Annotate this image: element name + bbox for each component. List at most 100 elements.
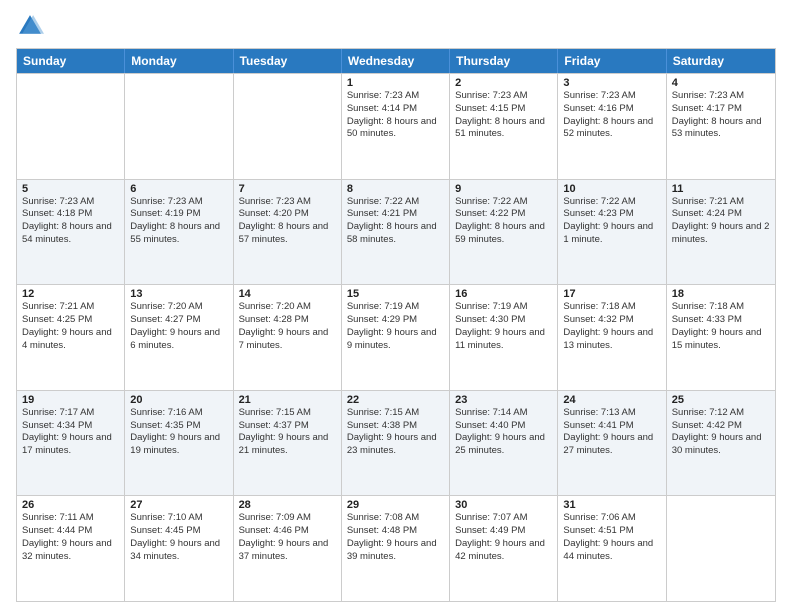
calendar-cell: 29Sunrise: 7:08 AM Sunset: 4:48 PM Dayli… — [342, 496, 450, 601]
day-info: Sunrise: 7:17 AM Sunset: 4:34 PM Dayligh… — [22, 407, 119, 458]
day-number: 17 — [563, 288, 660, 300]
day-number: 26 — [22, 499, 119, 511]
calendar-cell: 31Sunrise: 7:06 AM Sunset: 4:51 PM Dayli… — [558, 496, 666, 601]
day-number: 14 — [239, 288, 336, 300]
calendar-row: 5Sunrise: 7:23 AM Sunset: 4:18 PM Daylig… — [17, 179, 775, 285]
page: SundayMondayTuesdayWednesdayThursdayFrid… — [0, 0, 792, 612]
day-number: 8 — [347, 183, 444, 195]
day-number: 29 — [347, 499, 444, 511]
day-number: 7 — [239, 183, 336, 195]
day-info: Sunrise: 7:19 AM Sunset: 4:30 PM Dayligh… — [455, 301, 552, 352]
day-info: Sunrise: 7:18 AM Sunset: 4:33 PM Dayligh… — [672, 301, 770, 352]
day-number: 5 — [22, 183, 119, 195]
day-info: Sunrise: 7:06 AM Sunset: 4:51 PM Dayligh… — [563, 512, 660, 563]
calendar-cell: 15Sunrise: 7:19 AM Sunset: 4:29 PM Dayli… — [342, 285, 450, 390]
day-info: Sunrise: 7:14 AM Sunset: 4:40 PM Dayligh… — [455, 407, 552, 458]
calendar-cell: 5Sunrise: 7:23 AM Sunset: 4:18 PM Daylig… — [17, 180, 125, 285]
day-info: Sunrise: 7:23 AM Sunset: 4:20 PM Dayligh… — [239, 196, 336, 247]
calendar-cell: 12Sunrise: 7:21 AM Sunset: 4:25 PM Dayli… — [17, 285, 125, 390]
calendar-cell: 18Sunrise: 7:18 AM Sunset: 4:33 PM Dayli… — [667, 285, 775, 390]
day-number: 12 — [22, 288, 119, 300]
day-number: 31 — [563, 499, 660, 511]
calendar-cell — [667, 496, 775, 601]
day-info: Sunrise: 7:13 AM Sunset: 4:41 PM Dayligh… — [563, 407, 660, 458]
day-number: 2 — [455, 77, 552, 89]
calendar-body: 1Sunrise: 7:23 AM Sunset: 4:14 PM Daylig… — [17, 73, 775, 601]
day-info: Sunrise: 7:23 AM Sunset: 4:16 PM Dayligh… — [563, 90, 660, 141]
weekday-header: Friday — [558, 49, 666, 73]
day-info: Sunrise: 7:23 AM Sunset: 4:15 PM Dayligh… — [455, 90, 552, 141]
day-info: Sunrise: 7:16 AM Sunset: 4:35 PM Dayligh… — [130, 407, 227, 458]
calendar: SundayMondayTuesdayWednesdayThursdayFrid… — [16, 48, 776, 602]
calendar-row: 19Sunrise: 7:17 AM Sunset: 4:34 PM Dayli… — [17, 390, 775, 496]
day-number: 19 — [22, 394, 119, 406]
day-number: 4 — [672, 77, 770, 89]
day-info: Sunrise: 7:11 AM Sunset: 4:44 PM Dayligh… — [22, 512, 119, 563]
weekday-header: Thursday — [450, 49, 558, 73]
day-info: Sunrise: 7:15 AM Sunset: 4:38 PM Dayligh… — [347, 407, 444, 458]
calendar-cell: 25Sunrise: 7:12 AM Sunset: 4:42 PM Dayli… — [667, 391, 775, 496]
weekday-header: Tuesday — [234, 49, 342, 73]
calendar-cell: 9Sunrise: 7:22 AM Sunset: 4:22 PM Daylig… — [450, 180, 558, 285]
calendar-row: 12Sunrise: 7:21 AM Sunset: 4:25 PM Dayli… — [17, 284, 775, 390]
day-number: 21 — [239, 394, 336, 406]
calendar-row: 26Sunrise: 7:11 AM Sunset: 4:44 PM Dayli… — [17, 495, 775, 601]
day-number: 22 — [347, 394, 444, 406]
calendar-cell: 4Sunrise: 7:23 AM Sunset: 4:17 PM Daylig… — [667, 74, 775, 179]
calendar-cell: 21Sunrise: 7:15 AM Sunset: 4:37 PM Dayli… — [234, 391, 342, 496]
day-info: Sunrise: 7:21 AM Sunset: 4:25 PM Dayligh… — [22, 301, 119, 352]
day-info: Sunrise: 7:20 AM Sunset: 4:27 PM Dayligh… — [130, 301, 227, 352]
calendar-row: 1Sunrise: 7:23 AM Sunset: 4:14 PM Daylig… — [17, 73, 775, 179]
calendar-cell: 13Sunrise: 7:20 AM Sunset: 4:27 PM Dayli… — [125, 285, 233, 390]
calendar-cell: 1Sunrise: 7:23 AM Sunset: 4:14 PM Daylig… — [342, 74, 450, 179]
calendar-cell: 2Sunrise: 7:23 AM Sunset: 4:15 PM Daylig… — [450, 74, 558, 179]
logo-icon — [16, 12, 44, 40]
calendar-cell — [125, 74, 233, 179]
day-number: 18 — [672, 288, 770, 300]
day-number: 11 — [672, 183, 770, 195]
day-info: Sunrise: 7:23 AM Sunset: 4:19 PM Dayligh… — [130, 196, 227, 247]
calendar-cell: 26Sunrise: 7:11 AM Sunset: 4:44 PM Dayli… — [17, 496, 125, 601]
day-number: 27 — [130, 499, 227, 511]
calendar-header: SundayMondayTuesdayWednesdayThursdayFrid… — [17, 49, 775, 73]
calendar-cell: 16Sunrise: 7:19 AM Sunset: 4:30 PM Dayli… — [450, 285, 558, 390]
day-number: 20 — [130, 394, 227, 406]
calendar-cell: 20Sunrise: 7:16 AM Sunset: 4:35 PM Dayli… — [125, 391, 233, 496]
day-info: Sunrise: 7:22 AM Sunset: 4:22 PM Dayligh… — [455, 196, 552, 247]
day-info: Sunrise: 7:15 AM Sunset: 4:37 PM Dayligh… — [239, 407, 336, 458]
calendar-cell — [234, 74, 342, 179]
day-info: Sunrise: 7:08 AM Sunset: 4:48 PM Dayligh… — [347, 512, 444, 563]
day-info: Sunrise: 7:20 AM Sunset: 4:28 PM Dayligh… — [239, 301, 336, 352]
weekday-header: Monday — [125, 49, 233, 73]
calendar-cell — [17, 74, 125, 179]
day-info: Sunrise: 7:23 AM Sunset: 4:14 PM Dayligh… — [347, 90, 444, 141]
calendar-cell: 8Sunrise: 7:22 AM Sunset: 4:21 PM Daylig… — [342, 180, 450, 285]
day-number: 15 — [347, 288, 444, 300]
calendar-cell: 27Sunrise: 7:10 AM Sunset: 4:45 PM Dayli… — [125, 496, 233, 601]
calendar-cell: 19Sunrise: 7:17 AM Sunset: 4:34 PM Dayli… — [17, 391, 125, 496]
day-number: 3 — [563, 77, 660, 89]
day-number: 23 — [455, 394, 552, 406]
day-info: Sunrise: 7:10 AM Sunset: 4:45 PM Dayligh… — [130, 512, 227, 563]
day-info: Sunrise: 7:12 AM Sunset: 4:42 PM Dayligh… — [672, 407, 770, 458]
day-number: 6 — [130, 183, 227, 195]
calendar-cell: 11Sunrise: 7:21 AM Sunset: 4:24 PM Dayli… — [667, 180, 775, 285]
day-number: 1 — [347, 77, 444, 89]
day-number: 24 — [563, 394, 660, 406]
calendar-cell: 14Sunrise: 7:20 AM Sunset: 4:28 PM Dayli… — [234, 285, 342, 390]
day-info: Sunrise: 7:07 AM Sunset: 4:49 PM Dayligh… — [455, 512, 552, 563]
calendar-cell: 23Sunrise: 7:14 AM Sunset: 4:40 PM Dayli… — [450, 391, 558, 496]
calendar-cell: 30Sunrise: 7:07 AM Sunset: 4:49 PM Dayli… — [450, 496, 558, 601]
calendar-cell: 6Sunrise: 7:23 AM Sunset: 4:19 PM Daylig… — [125, 180, 233, 285]
logo — [16, 12, 48, 40]
day-info: Sunrise: 7:23 AM Sunset: 4:18 PM Dayligh… — [22, 196, 119, 247]
day-info: Sunrise: 7:23 AM Sunset: 4:17 PM Dayligh… — [672, 90, 770, 141]
day-info: Sunrise: 7:22 AM Sunset: 4:21 PM Dayligh… — [347, 196, 444, 247]
day-info: Sunrise: 7:09 AM Sunset: 4:46 PM Dayligh… — [239, 512, 336, 563]
calendar-cell: 3Sunrise: 7:23 AM Sunset: 4:16 PM Daylig… — [558, 74, 666, 179]
weekday-header: Wednesday — [342, 49, 450, 73]
weekday-header: Sunday — [17, 49, 125, 73]
calendar-cell: 28Sunrise: 7:09 AM Sunset: 4:46 PM Dayli… — [234, 496, 342, 601]
calendar-cell: 10Sunrise: 7:22 AM Sunset: 4:23 PM Dayli… — [558, 180, 666, 285]
day-number: 16 — [455, 288, 552, 300]
